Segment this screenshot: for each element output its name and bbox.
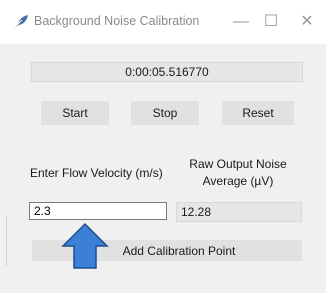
close-button[interactable]: ✕: [292, 8, 322, 36]
title-bar[interactable]: Background Noise Calibration — ☐ ✕: [0, 0, 326, 44]
velocity-input[interactable]: [29, 202, 167, 220]
client-area: 0:00:05.516770 Start Stop Reset Enter Fl…: [0, 44, 326, 293]
noise-label-line2: Average (µV): [202, 174, 274, 188]
elapsed-time-display: 0:00:05.516770: [31, 62, 303, 82]
stop-button[interactable]: Stop: [131, 101, 199, 125]
reset-button[interactable]: Reset: [222, 101, 294, 125]
up-arrow-icon: [61, 222, 109, 269]
noise-average-display: 12.28: [176, 202, 302, 222]
noise-label: Raw Output Noise Average (µV): [188, 156, 288, 190]
feather-icon: [14, 15, 28, 28]
start-button[interactable]: Start: [41, 101, 109, 125]
velocity-label: Enter Flow Velocity (m/s): [30, 166, 163, 180]
window-edge: [0, 216, 7, 266]
minimize-button[interactable]: —: [226, 8, 256, 36]
maximize-button[interactable]: ☐: [256, 8, 286, 36]
window-title: Background Noise Calibration: [34, 14, 200, 28]
noise-label-line1: Raw Output Noise: [189, 157, 287, 171]
calibration-window: Background Noise Calibration — ☐ ✕ 0:00:…: [0, 0, 326, 293]
